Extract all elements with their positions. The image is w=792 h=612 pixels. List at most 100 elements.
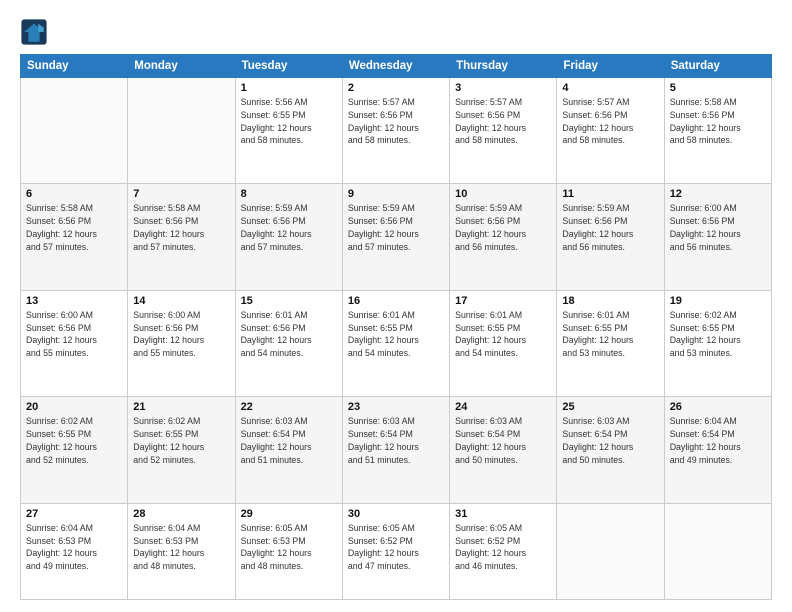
- day-info: Sunrise: 5:57 AMSunset: 6:56 PMDaylight:…: [455, 96, 551, 147]
- logo-icon: [20, 18, 48, 46]
- day-number: 10: [455, 188, 551, 200]
- calendar-cell: 9 Sunrise: 5:59 AMSunset: 6:56 PMDaylight…: [342, 184, 449, 290]
- day-number: 22: [241, 401, 337, 413]
- day-info: Sunrise: 6:04 AMSunset: 6:53 PMDaylight:…: [26, 522, 122, 573]
- day-info: Sunrise: 5:57 AMSunset: 6:56 PMDaylight:…: [348, 96, 444, 147]
- header: [20, 18, 772, 46]
- calendar-cell: 2 Sunrise: 5:57 AMSunset: 6:56 PMDaylight…: [342, 78, 449, 184]
- calendar-cell: 28Sunrise: 6:04 AMSunset: 6:53 PMDayligh…: [128, 503, 235, 599]
- day-number: 30: [348, 508, 444, 520]
- calendar-header-thursday: Thursday: [450, 55, 557, 78]
- day-number: 5: [670, 82, 766, 94]
- day-info: Sunrise: 6:02 AMSunset: 6:55 PMDaylight:…: [670, 309, 766, 360]
- day-number: 7: [133, 188, 229, 200]
- day-info: Sunrise: 6:03 AMSunset: 6:54 PMDaylight:…: [562, 415, 658, 466]
- calendar-cell: 26Sunrise: 6:04 AMSunset: 6:54 PMDayligh…: [664, 397, 771, 503]
- day-number: 28: [133, 508, 229, 520]
- day-number: 4: [562, 82, 658, 94]
- day-info: Sunrise: 5:58 AMSunset: 6:56 PMDaylight:…: [670, 96, 766, 147]
- day-info: Sunrise: 5:59 AMSunset: 6:56 PMDaylight:…: [562, 202, 658, 253]
- calendar-cell: 29 Sunrise: 6:05 AMSunset: 6:53 PMDayligh…: [235, 503, 342, 599]
- day-info: Sunrise: 5:59 AMSunset: 6:56 PMDaylight:…: [241, 202, 337, 253]
- day-info: Sunrise: 6:02 AMSunset: 6:55 PMDaylight:…: [133, 415, 229, 466]
- day-number: 24: [455, 401, 551, 413]
- calendar-cell: 14Sunrise: 6:00 AMSunset: 6:56 PMDayligh…: [128, 290, 235, 396]
- calendar-cell: 10 Sunrise: 5:59 AMSunset: 6:56 PMDayligh…: [450, 184, 557, 290]
- day-info: Sunrise: 6:03 AMSunset: 6:54 PMDaylight:…: [348, 415, 444, 466]
- day-info: Sunrise: 5:59 AMSunset: 6:56 PMDaylight:…: [455, 202, 551, 253]
- calendar-cell: 7 Sunrise: 5:58 AMSunset: 6:56 PMDaylight…: [128, 184, 235, 290]
- calendar-cell: 27 Sunrise: 6:04 AMSunset: 6:53 PMDayligh…: [21, 503, 128, 599]
- day-info: Sunrise: 5:58 AMSunset: 6:56 PMDaylight:…: [133, 202, 229, 253]
- calendar-cell: [557, 503, 664, 599]
- calendar-cell: 15Sunrise: 6:01 AMSunset: 6:56 PMDayligh…: [235, 290, 342, 396]
- day-number: 27: [26, 508, 122, 520]
- day-info: Sunrise: 5:58 AMSunset: 6:56 PMDaylight:…: [26, 202, 122, 253]
- calendar-cell: 8 Sunrise: 5:59 AMSunset: 6:56 PMDaylight…: [235, 184, 342, 290]
- day-number: 23: [348, 401, 444, 413]
- calendar-cell: 22 Sunrise: 6:03 AMSunset: 6:54 PMDayligh…: [235, 397, 342, 503]
- calendar-cell: 13 Sunrise: 6:00 AMSunset: 6:56 PMDayligh…: [21, 290, 128, 396]
- day-number: 21: [133, 401, 229, 413]
- calendar-cell: 24 Sunrise: 6:03 AMSunset: 6:54 PMDayligh…: [450, 397, 557, 503]
- logo: [20, 18, 52, 46]
- day-info: Sunrise: 6:03 AMSunset: 6:54 PMDaylight:…: [241, 415, 337, 466]
- calendar-cell: 25 Sunrise: 6:03 AMSunset: 6:54 PMDayligh…: [557, 397, 664, 503]
- calendar-cell: 21 Sunrise: 6:02 AMSunset: 6:55 PMDayligh…: [128, 397, 235, 503]
- day-number: 11: [562, 188, 658, 200]
- page: SundayMondayTuesdayWednesdayThursdayFrid…: [0, 0, 792, 612]
- day-info: Sunrise: 6:03 AMSunset: 6:54 PMDaylight:…: [455, 415, 551, 466]
- calendar-header-friday: Friday: [557, 55, 664, 78]
- day-number: 12: [670, 188, 766, 200]
- calendar-week-1: 1Sunrise: 5:56 AMSunset: 6:55 PMDaylight…: [21, 78, 772, 184]
- calendar-cell: [664, 503, 771, 599]
- day-info: Sunrise: 5:57 AMSunset: 6:56 PMDaylight:…: [562, 96, 658, 147]
- calendar-cell: 16Sunrise: 6:01 AMSunset: 6:55 PMDayligh…: [342, 290, 449, 396]
- calendar-cell: 19 Sunrise: 6:02 AMSunset: 6:55 PMDayligh…: [664, 290, 771, 396]
- calendar-cell: 3Sunrise: 5:57 AMSunset: 6:56 PMDaylight…: [450, 78, 557, 184]
- day-info: Sunrise: 6:00 AMSunset: 6:56 PMDaylight:…: [670, 202, 766, 253]
- day-info: Sunrise: 6:01 AMSunset: 6:55 PMDaylight:…: [455, 309, 551, 360]
- day-info: Sunrise: 6:05 AMSunset: 6:52 PMDaylight:…: [455, 522, 551, 573]
- day-info: Sunrise: 6:00 AMSunset: 6:56 PMDaylight:…: [133, 309, 229, 360]
- day-info: Sunrise: 6:01 AMSunset: 6:56 PMDaylight:…: [241, 309, 337, 360]
- calendar-cell: 31 Sunrise: 6:05 AMSunset: 6:52 PMDayligh…: [450, 503, 557, 599]
- day-number: 17: [455, 295, 551, 307]
- calendar-week-2: 6 Sunrise: 5:58 AMSunset: 6:56 PMDaylight…: [21, 184, 772, 290]
- calendar-cell: 4 Sunrise: 5:57 AMSunset: 6:56 PMDaylight…: [557, 78, 664, 184]
- day-info: Sunrise: 6:02 AMSunset: 6:55 PMDaylight:…: [26, 415, 122, 466]
- day-number: 9: [348, 188, 444, 200]
- calendar-week-5: 27 Sunrise: 6:04 AMSunset: 6:53 PMDayligh…: [21, 503, 772, 599]
- calendar-header-wednesday: Wednesday: [342, 55, 449, 78]
- day-number: 6: [26, 188, 122, 200]
- day-number: 19: [670, 295, 766, 307]
- calendar-header-sunday: Sunday: [21, 55, 128, 78]
- calendar-cell: 6 Sunrise: 5:58 AMSunset: 6:56 PMDaylight…: [21, 184, 128, 290]
- calendar-cell: 18Sunrise: 6:01 AMSunset: 6:55 PMDayligh…: [557, 290, 664, 396]
- calendar-week-4: 20 Sunrise: 6:02 AMSunset: 6:55 PMDayligh…: [21, 397, 772, 503]
- day-number: 20: [26, 401, 122, 413]
- day-number: 29: [241, 508, 337, 520]
- day-info: Sunrise: 5:59 AMSunset: 6:56 PMDaylight:…: [348, 202, 444, 253]
- calendar-cell: 1Sunrise: 5:56 AMSunset: 6:55 PMDaylight…: [235, 78, 342, 184]
- day-number: 16: [348, 295, 444, 307]
- calendar-header-saturday: Saturday: [664, 55, 771, 78]
- calendar-cell: 17 Sunrise: 6:01 AMSunset: 6:55 PMDayligh…: [450, 290, 557, 396]
- day-number: 13: [26, 295, 122, 307]
- calendar-table: SundayMondayTuesdayWednesdayThursdayFrid…: [20, 54, 772, 600]
- day-number: 31: [455, 508, 551, 520]
- calendar-cell: 23 Sunrise: 6:03 AMSunset: 6:54 PMDayligh…: [342, 397, 449, 503]
- calendar-cell: 5 Sunrise: 5:58 AMSunset: 6:56 PMDaylight…: [664, 78, 771, 184]
- day-info: Sunrise: 6:00 AMSunset: 6:56 PMDaylight:…: [26, 309, 122, 360]
- day-info: Sunrise: 6:01 AMSunset: 6:55 PMDaylight:…: [562, 309, 658, 360]
- calendar-cell: [128, 78, 235, 184]
- calendar-cell: [21, 78, 128, 184]
- day-info: Sunrise: 6:05 AMSunset: 6:53 PMDaylight:…: [241, 522, 337, 573]
- day-number: 8: [241, 188, 337, 200]
- day-info: Sunrise: 6:04 AMSunset: 6:54 PMDaylight:…: [670, 415, 766, 466]
- calendar-header-tuesday: Tuesday: [235, 55, 342, 78]
- day-number: 1: [241, 82, 337, 94]
- day-number: 2: [348, 82, 444, 94]
- calendar-week-3: 13 Sunrise: 6:00 AMSunset: 6:56 PMDayligh…: [21, 290, 772, 396]
- day-number: 25: [562, 401, 658, 413]
